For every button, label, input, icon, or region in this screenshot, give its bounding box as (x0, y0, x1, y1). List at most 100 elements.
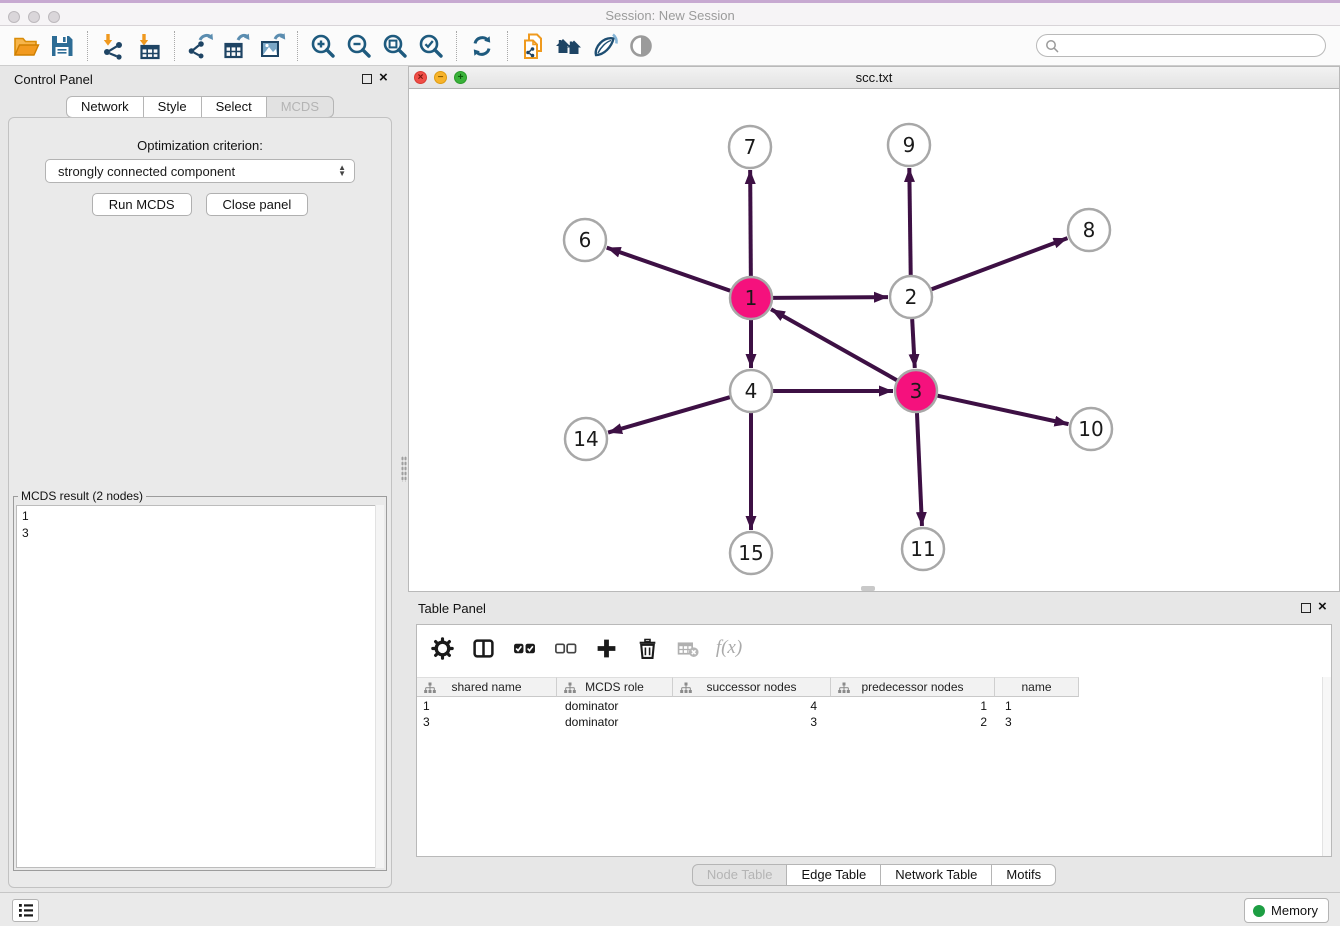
cell-MCDS-role[interactable]: dominator (557, 714, 673, 730)
cell-shared-name[interactable]: 3 (417, 714, 557, 730)
mcds-result-list[interactable]: 13 (16, 505, 384, 868)
toolbar-separator (87, 31, 88, 61)
node-label-8: 8 (1083, 218, 1096, 242)
column-header-MCDS-role[interactable]: MCDS role (557, 677, 673, 697)
application-window: Session: New Session (0, 0, 1340, 926)
cell-predecessor-nodes[interactable]: 2 (831, 714, 995, 730)
style-paint-icon[interactable] (587, 29, 623, 63)
select-all-columns-icon[interactable] (511, 635, 537, 661)
tab-motifs[interactable]: Motifs (992, 864, 1056, 886)
table-tabs: Node TableEdge TableNetwork TableMotifs (408, 864, 1340, 886)
cell-name[interactable]: 3 (995, 714, 1079, 730)
memory-label: Memory (1271, 903, 1318, 918)
open-session-icon[interactable] (8, 29, 44, 63)
node-label-4: 4 (745, 379, 758, 403)
column-header-successor-nodes[interactable]: successor nodes (673, 677, 831, 697)
close-panel-icon[interactable]: × (379, 69, 388, 86)
run-mcds-button[interactable]: Run MCDS (92, 193, 192, 216)
function-builder-icon[interactable]: f(x) (716, 635, 742, 661)
node-label-3: 3 (910, 379, 923, 403)
deselect-all-columns-icon[interactable] (552, 635, 578, 661)
import-table-icon[interactable] (131, 29, 167, 63)
export-network-icon[interactable] (182, 29, 218, 63)
column-header-label: successor nodes (706, 680, 796, 694)
criterion-value: strongly connected component (58, 164, 338, 179)
close-table-panel-icon[interactable]: × (1318, 598, 1327, 615)
zoom-fit-icon[interactable] (377, 29, 413, 63)
node-label-6: 6 (579, 228, 592, 252)
edge-2-9[interactable] (909, 168, 910, 275)
close-panel-button[interactable]: Close panel (206, 193, 309, 216)
edge-2-3[interactable] (912, 319, 915, 368)
edge-3-1[interactable] (771, 309, 897, 380)
add-column-icon[interactable] (593, 635, 619, 661)
tab-network-table[interactable]: Network Table (881, 864, 992, 886)
tab-edge-table[interactable]: Edge Table (787, 864, 881, 886)
table-toolbar: f(x) (417, 625, 1331, 671)
mcds-result-line: 1 (22, 508, 378, 525)
table-row[interactable]: 1dominator411 (417, 698, 1331, 714)
edge-1-6[interactable] (607, 248, 731, 291)
tab-node-table[interactable]: Node Table (692, 864, 788, 886)
home-layout-icon[interactable] (551, 29, 587, 63)
column-header-label: predecessor nodes (861, 680, 963, 694)
edge-4-14[interactable] (608, 397, 730, 432)
search-icon (1045, 39, 1059, 53)
column-header-name[interactable]: name (995, 677, 1079, 697)
edge-3-10[interactable] (937, 396, 1068, 424)
float-panel-icon[interactable] (362, 74, 372, 84)
mcds-panel: Optimization criterion: strongly connect… (8, 117, 392, 888)
cell-successor-nodes[interactable]: 4 (673, 698, 831, 714)
cell-MCDS-role[interactable]: dominator (557, 698, 673, 714)
export-table-icon[interactable] (218, 29, 254, 63)
control-panel-title: Control Panel (14, 72, 93, 87)
cell-predecessor-nodes[interactable]: 1 (831, 698, 995, 714)
edge-3-11[interactable] (917, 413, 922, 526)
criterion-dropdown[interactable]: strongly connected component ▲▼ (45, 159, 355, 183)
cell-shared-name[interactable]: 1 (417, 698, 557, 714)
zoom-in-icon[interactable] (305, 29, 341, 63)
cell-name[interactable]: 1 (995, 698, 1079, 714)
float-table-panel-icon[interactable] (1301, 603, 1311, 613)
canvas-hscroll-handle[interactable] (861, 586, 875, 591)
status-bar: Memory (0, 892, 1340, 926)
export-image-icon[interactable] (254, 29, 290, 63)
column-header-shared-name[interactable]: shared name (417, 677, 557, 697)
node-label-14: 14 (573, 427, 598, 451)
zoom-out-icon[interactable] (341, 29, 377, 63)
tab-mcds[interactable]: MCDS (267, 96, 334, 118)
table-settings-icon[interactable] (429, 635, 455, 661)
edge-1-7[interactable] (750, 170, 751, 276)
save-session-icon[interactable] (44, 29, 80, 63)
result-scrollbar[interactable] (375, 505, 384, 868)
table-row[interactable]: 3dominator323 (417, 714, 1331, 730)
table-scrollbar[interactable] (1322, 677, 1331, 856)
edge-2-8[interactable] (932, 238, 1068, 289)
network-canvas[interactable]: 1234678910111415 (409, 89, 1339, 591)
import-network-icon[interactable] (95, 29, 131, 63)
delete-table-icon[interactable] (675, 635, 701, 661)
tab-select[interactable]: Select (202, 96, 267, 118)
delete-column-icon[interactable] (634, 635, 660, 661)
zoom-selected-icon[interactable] (413, 29, 449, 63)
toolbar-separator (507, 31, 508, 61)
search-box[interactable] (1036, 34, 1326, 57)
split-view-icon[interactable] (470, 635, 496, 661)
tab-style[interactable]: Style (144, 96, 202, 118)
refresh-layout-icon[interactable] (464, 29, 500, 63)
clone-network-icon[interactable] (515, 29, 551, 63)
node-table-container: f(x) shared nameMCDS role successor nodes… (416, 624, 1332, 857)
edge-1-2[interactable] (773, 297, 888, 298)
toolbar-separator (456, 31, 457, 61)
network-graph[interactable]: 1234678910111415 (409, 89, 1339, 591)
cell-successor-nodes[interactable]: 3 (673, 714, 831, 730)
table-panel-title: Table Panel (418, 601, 486, 616)
search-input[interactable] (1059, 39, 1317, 53)
memory-button[interactable]: Memory (1244, 898, 1329, 923)
panel-splitter-handle[interactable] (401, 456, 407, 482)
tab-network[interactable]: Network (66, 96, 144, 118)
column-header-predecessor-nodes[interactable]: predecessor nodes (831, 677, 995, 697)
task-history-button[interactable] (12, 899, 39, 922)
hide-selected-icon[interactable] (623, 29, 659, 63)
main-toolbar (0, 26, 1340, 66)
